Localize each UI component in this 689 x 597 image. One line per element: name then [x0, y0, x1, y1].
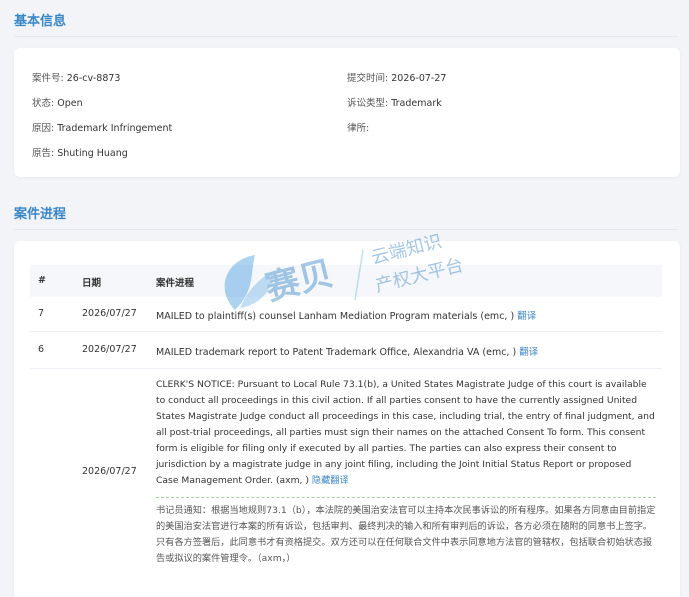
- row-event: MAILED trademark report to Patent Tradem…: [156, 347, 539, 358]
- section-divider: [14, 36, 678, 37]
- row-event: MAILED to plaintiff(s) counsel Lanham Me…: [156, 311, 537, 322]
- case-number-field: 案件号: 26-cv-8873: [32, 73, 121, 84]
- translate-link[interactable]: 翻译: [517, 311, 536, 322]
- row-date: 2026/07/27: [82, 308, 137, 319]
- filed-date-field: 提交时间: 2026-07-27: [347, 73, 447, 84]
- cause-field: 原因: Trademark Infringement: [32, 123, 173, 134]
- row-event-text: CLERK'S NOTICE: Pursuant to Local Rule 7…: [156, 379, 655, 486]
- row-divider: [30, 368, 662, 369]
- section-title-progress: 案件进程: [14, 207, 67, 222]
- header-num: #: [38, 275, 46, 286]
- basic-info-card: 案件号: 26-cv-8873 提交时间: 2026-07-27 状态: Ope…: [14, 48, 680, 177]
- plaintiff-value: Shuting Huang: [57, 148, 128, 159]
- cause-value: Trademark Infringement: [57, 123, 173, 134]
- row-num: 6: [38, 344, 45, 355]
- case-type-value: Trademark: [391, 98, 442, 109]
- row-event-translation: 书记员通知：根据当地规则73.1（b），本法院的美国治安法官可以主持本次民事诉讼…: [156, 505, 656, 564]
- hide-translation-link[interactable]: 隐藏翻译: [312, 475, 349, 486]
- status-value: Open: [57, 98, 83, 109]
- row-divider: [30, 331, 662, 332]
- header-date: 日期: [82, 278, 102, 289]
- plaintiff-field: 原告: Shuting Huang: [32, 148, 128, 159]
- status-field: 状态: Open: [32, 98, 83, 109]
- section-divider: [14, 229, 678, 230]
- table-header: # 日期 案件进程: [30, 265, 662, 297]
- row-num: 7: [38, 308, 45, 319]
- law-firm-field: 律所:: [347, 123, 370, 134]
- translation-divider: [156, 497, 656, 498]
- section-title-basic-info: 基本信息: [14, 14, 67, 29]
- filed-date-value: 2026-07-27: [391, 73, 447, 84]
- case-type-field: 诉讼类型: Trademark: [347, 98, 442, 109]
- row-date: 2026/07/27: [82, 466, 137, 477]
- header-event: 案件进程: [156, 278, 195, 289]
- progress-card: # 日期 案件进程 7 2026/07/27 MAILED to plainti…: [14, 241, 680, 597]
- case-number-value: 26-cv-8873: [66, 73, 121, 84]
- translate-link[interactable]: 翻译: [519, 347, 538, 358]
- row-date: 2026/07/27: [82, 344, 137, 355]
